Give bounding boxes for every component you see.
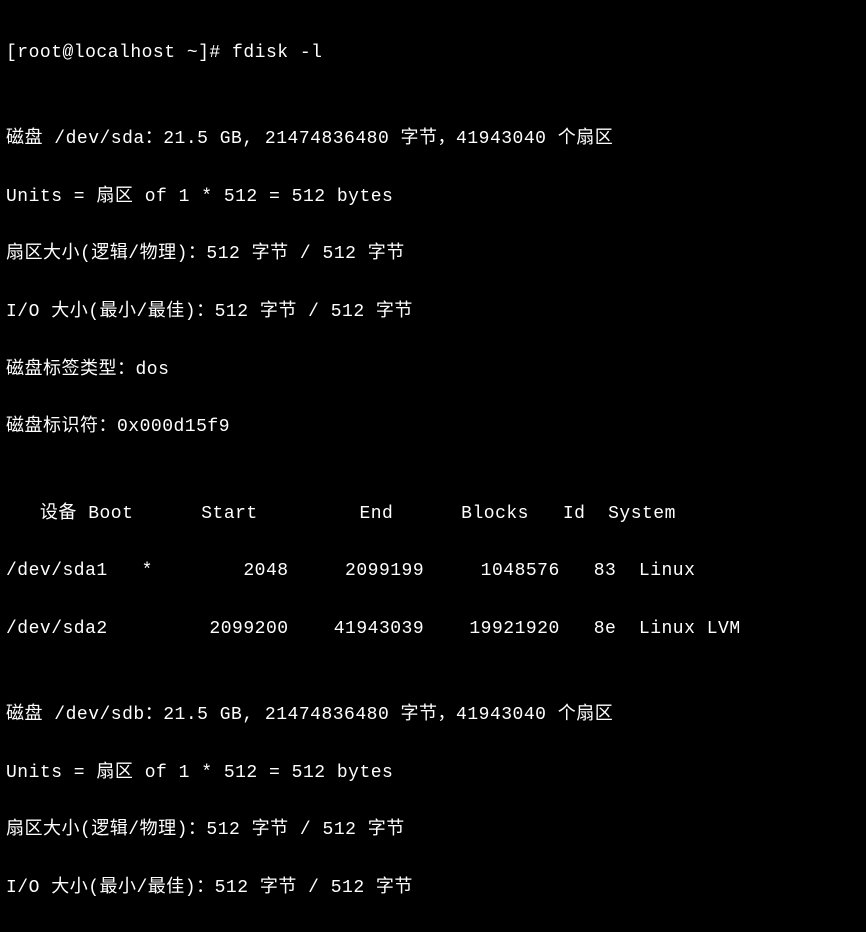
disk-sda-sector-size: 扇区大小(逻辑/物理)：512 字节 / 512 字节 bbox=[6, 240, 860, 269]
disk-sda-io-size: I/O 大小(最小/最佳)：512 字节 / 512 字节 bbox=[6, 298, 860, 327]
terminal-output: [root@localhost ~]# fdisk -l 磁盘 /dev/sda… bbox=[6, 10, 860, 932]
partition-row-sda1: /dev/sda1 * 2048 2099199 1048576 83 Linu… bbox=[6, 557, 860, 586]
disk-sda-units: Units = 扇区 of 1 * 512 = 512 bytes bbox=[6, 183, 860, 212]
disk-sdb-io-size: I/O 大小(最小/最佳)：512 字节 / 512 字节 bbox=[6, 874, 860, 903]
disk-sdb-sector-size: 扇区大小(逻辑/物理)：512 字节 / 512 字节 bbox=[6, 816, 860, 845]
command-prompt-line: [root@localhost ~]# fdisk -l bbox=[6, 39, 860, 68]
partition-table-header: 设备 Boot Start End Blocks Id System bbox=[6, 500, 860, 529]
disk-sdb-header: 磁盘 /dev/sdb：21.5 GB, 21474836480 字节，4194… bbox=[6, 701, 860, 730]
disk-sda-identifier: 磁盘标识符：0x000d15f9 bbox=[6, 413, 860, 442]
disk-sdb-units: Units = 扇区 of 1 * 512 = 512 bytes bbox=[6, 759, 860, 788]
disk-sda-header: 磁盘 /dev/sda：21.5 GB, 21474836480 字节，4194… bbox=[6, 125, 860, 154]
disk-sda-label-type: 磁盘标签类型：dos bbox=[6, 356, 860, 385]
partition-row-sda2: /dev/sda2 2099200 41943039 19921920 8e L… bbox=[6, 615, 860, 644]
